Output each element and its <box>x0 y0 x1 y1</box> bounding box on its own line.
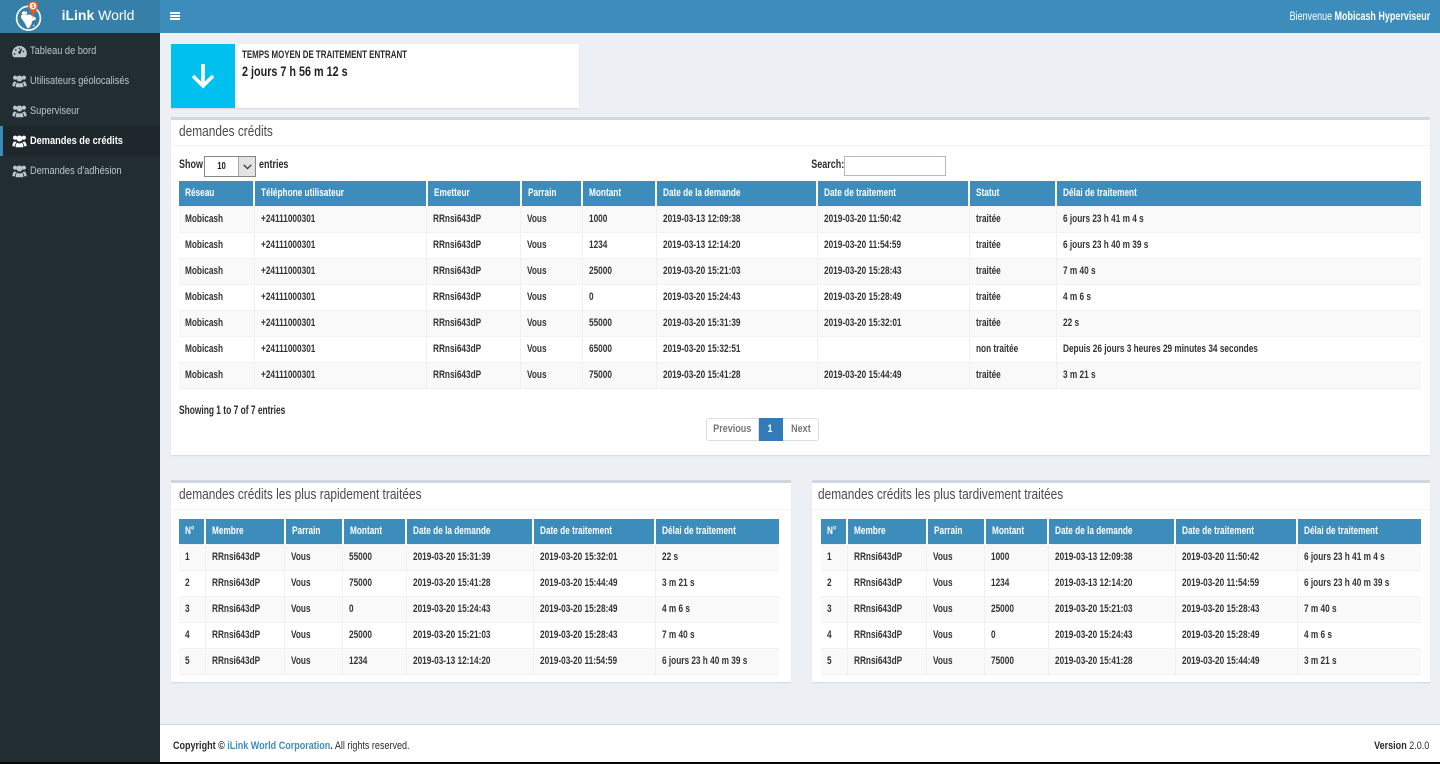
svg-text:$: $ <box>31 4 34 10</box>
